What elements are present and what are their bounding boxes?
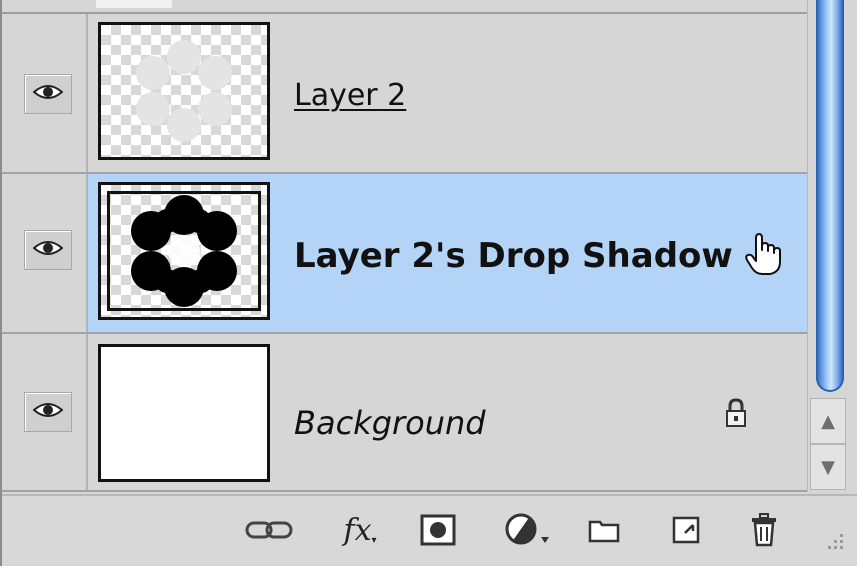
scroll-up-arrow[interactable]: ▲ [810, 398, 846, 444]
add-layer-style-button[interactable]: fx ▾ [332, 510, 388, 550]
new-group-icon[interactable] [584, 510, 624, 550]
layer-row-layer-2[interactable]: Layer 2 [2, 14, 807, 174]
eye-icon [32, 239, 64, 261]
eye-icon [32, 83, 64, 105]
layer-name[interactable]: Layer 2 [294, 78, 406, 113]
previous-layer-thumbnail-edge [96, 0, 172, 8]
resize-grip-icon[interactable] [820, 526, 846, 556]
lock-icon [724, 398, 748, 432]
layer-thumbnail[interactable] [98, 22, 270, 160]
layer-thumbnail[interactable] [98, 344, 270, 482]
link-layers-icon[interactable] [244, 510, 294, 550]
visibility-toggle[interactable] [24, 230, 72, 270]
visibility-toggle[interactable] [24, 74, 72, 114]
delete-layer-icon[interactable] [746, 510, 782, 550]
visibility-column [2, 334, 88, 490]
visibility-column [2, 174, 88, 332]
layer-name[interactable]: Layer 2's Drop Shadow [294, 236, 733, 276]
layer-row-background[interactable]: Background [2, 334, 807, 492]
add-mask-icon[interactable] [416, 510, 460, 550]
visibility-column [2, 14, 88, 172]
eye-icon [32, 401, 64, 423]
fx-label: fx [343, 512, 372, 548]
scrollbar-thumb[interactable] [816, 0, 844, 392]
dropdown-arrow-icon: ▾ [371, 534, 377, 546]
new-layer-icon[interactable] [666, 510, 706, 550]
layer-row-drop-shadow[interactable]: Layer 2's Drop Shadow [2, 174, 807, 334]
hand-pointer-icon [744, 232, 784, 280]
layers-panel: Layer 2 Layer 2's Drop Shadow Background… [0, 0, 857, 566]
layer-thumbnail-selected[interactable] [98, 182, 270, 320]
layers-toolbar: fx ▾ [2, 494, 857, 566]
visibility-toggle[interactable] [24, 392, 72, 432]
scroll-down-arrow[interactable]: ▼ [810, 444, 846, 490]
previous-layer-row-edge [2, 0, 807, 14]
adjustment-layer-icon[interactable] [500, 510, 554, 550]
layer-name[interactable]: Background [294, 404, 486, 442]
